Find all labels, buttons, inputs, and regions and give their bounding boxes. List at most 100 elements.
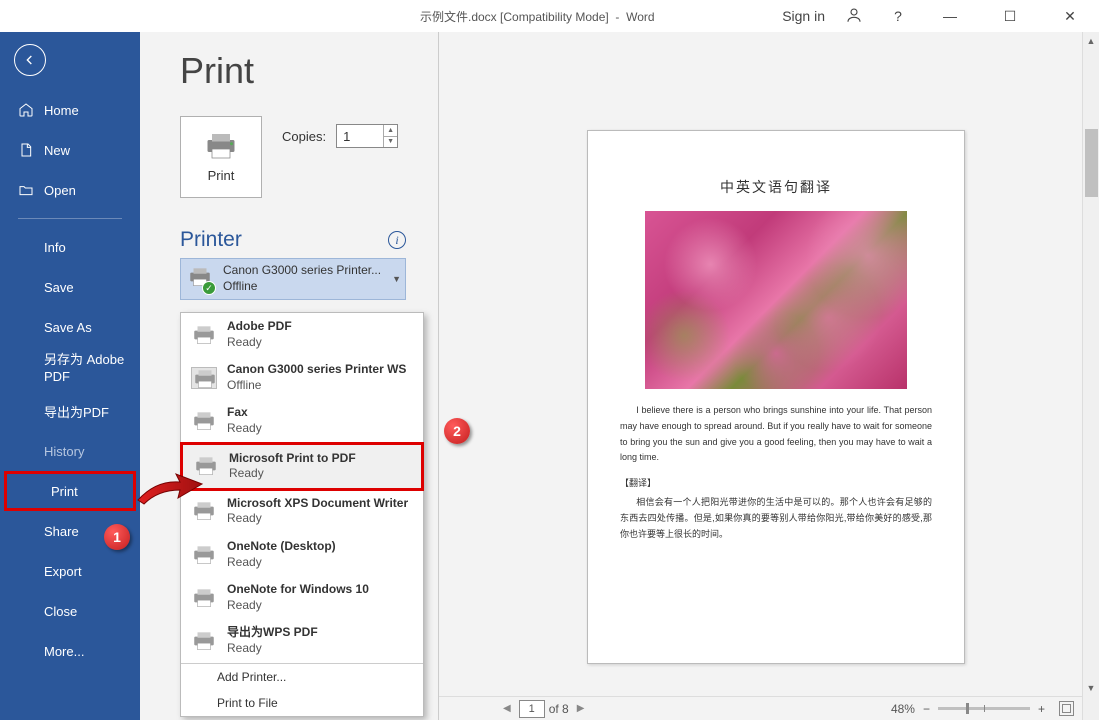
- scroll-thumb[interactable]: [1085, 129, 1098, 197]
- nav-saveas-adobe[interactable]: 另存为 Adobe PDF: [0, 347, 140, 391]
- minimize-button[interactable]: —: [927, 0, 973, 32]
- option-status: Ready: [229, 466, 356, 482]
- printer-option-onenote-desktop[interactable]: OneNote (Desktop) Ready: [181, 533, 423, 576]
- option-name: OneNote for Windows 10: [227, 582, 369, 596]
- title-bar: 示例文件.docx [Compatibility Mode] - Word Si…: [0, 0, 1099, 32]
- nav-home[interactable]: Home: [0, 90, 140, 130]
- option-status: Ready: [227, 511, 408, 527]
- nav-new-label: New: [44, 143, 70, 158]
- scroll-up-icon[interactable]: ▲: [1083, 32, 1099, 49]
- doc-trans-heading: 【翻译】: [620, 476, 932, 489]
- printer-option-wps-pdf[interactable]: 导出为WPS PDF Ready: [181, 619, 423, 662]
- printer-icon: [191, 367, 217, 389]
- zoom-fit-button[interactable]: [1059, 701, 1074, 716]
- zoom-slider[interactable]: [938, 707, 1030, 710]
- option-name: Microsoft Print to PDF: [229, 451, 356, 465]
- next-page-button[interactable]: ▶: [573, 703, 589, 714]
- print-preview: 中英文语句翻译 I believe there is a person who …: [438, 32, 1099, 720]
- option-status: Ready: [227, 598, 369, 614]
- doc-para-cn: 相信会有一个人把阳光带进你的生活中是可以的。那个人也许会有足够的东西去四处传播。…: [620, 495, 932, 542]
- printer-info-icon[interactable]: i: [388, 231, 406, 249]
- nav-open-label: Open: [44, 183, 76, 198]
- print-to-file-button[interactable]: Print to File: [181, 690, 423, 716]
- printer-select[interactable]: ✓ Canon G3000 series Printer... Offline …: [180, 258, 406, 300]
- printer-option-onenote-win10[interactable]: OneNote for Windows 10 Ready: [181, 576, 423, 619]
- option-name: OneNote (Desktop): [227, 539, 336, 553]
- preview-status-bar: ◀ 1 of 8 ▶ 48% − +: [439, 696, 1082, 720]
- option-name: Canon G3000 series Printer WS: [227, 362, 406, 376]
- nav-home-label: Home: [44, 103, 79, 118]
- printer-option-fax[interactable]: Fax Ready: [181, 399, 423, 442]
- backstage-sidebar: Home New Open Info Save Save As 另存为 Adob…: [0, 32, 140, 720]
- option-status: Offline: [227, 378, 406, 394]
- account-icon[interactable]: [839, 6, 869, 27]
- option-name: Fax: [227, 405, 248, 419]
- print-button-label: Print: [208, 168, 235, 183]
- page-total-label: of 8: [549, 702, 569, 716]
- status-badge-icon: ✓: [202, 281, 216, 295]
- option-status: Ready: [227, 641, 318, 657]
- home-icon: [18, 102, 34, 118]
- preview-page: 中英文语句翻译 I believe there is a person who …: [587, 130, 965, 664]
- printer-icon: [191, 587, 217, 609]
- nav-divider: [18, 218, 122, 219]
- option-status: Ready: [227, 421, 262, 437]
- copies-spinner[interactable]: ▲▼: [383, 125, 397, 147]
- nav-more[interactable]: More...: [0, 631, 140, 671]
- page-number-input[interactable]: 1: [519, 700, 545, 718]
- nav-export-pdf[interactable]: 导出为PDF: [0, 391, 140, 431]
- doc-title: 中英文语句翻译: [620, 177, 932, 197]
- close-button[interactable]: ✕: [1047, 0, 1093, 32]
- printer-icon: [191, 630, 217, 652]
- copies-input[interactable]: 1 ▲▼: [336, 124, 398, 148]
- preview-scrollbar[interactable]: ▲ ▼: [1082, 32, 1099, 720]
- annotation-arrow-icon: [136, 470, 206, 508]
- nav-open[interactable]: Open: [0, 170, 140, 210]
- printer-status-icon: ✓: [187, 266, 213, 292]
- nav-history[interactable]: History: [0, 431, 140, 471]
- option-name: 导出为WPS PDF: [227, 625, 318, 639]
- selected-printer-status: Offline: [223, 279, 381, 295]
- annotation-callout-2: 2: [444, 418, 470, 444]
- doc-para-en: I believe there is a person who brings s…: [620, 403, 932, 466]
- printer-heading: Printer: [180, 228, 242, 252]
- copies-value: 1: [343, 129, 350, 144]
- option-status: Ready: [227, 555, 336, 571]
- chevron-down-icon: ▼: [392, 274, 401, 284]
- prev-page-button[interactable]: ◀: [499, 703, 515, 714]
- annotation-callout-1: 1: [104, 524, 130, 550]
- help-icon[interactable]: ?: [883, 8, 913, 24]
- nav-print[interactable]: Print: [4, 471, 136, 511]
- option-name: Adobe PDF: [227, 319, 292, 333]
- back-button[interactable]: [14, 44, 46, 76]
- window-title: 示例文件.docx [Compatibility Mode] - Word: [420, 8, 655, 25]
- new-icon: [18, 142, 34, 158]
- nav-close[interactable]: Close: [0, 591, 140, 631]
- printer-option-adobe[interactable]: Adobe PDFReady: [181, 313, 423, 356]
- scroll-down-icon[interactable]: ▼: [1083, 679, 1099, 696]
- zoom-out-button[interactable]: −: [923, 702, 930, 716]
- nav-info[interactable]: Info: [0, 227, 140, 267]
- copies-label: Copies:: [282, 129, 326, 144]
- nav-saveas[interactable]: Save As: [0, 307, 140, 347]
- selected-printer-name: Canon G3000 series Printer...: [223, 263, 381, 279]
- doc-image: [645, 211, 907, 389]
- printer-dropdown: Adobe PDFReady Canon G3000 series Printe…: [180, 312, 424, 717]
- print-button[interactable]: Print: [180, 116, 262, 198]
- printer-icon: [191, 324, 217, 346]
- add-printer-button[interactable]: Add Printer...: [181, 664, 423, 690]
- zoom-level-label: 48%: [891, 702, 915, 716]
- printer-option-xps[interactable]: Microsoft XPS Document WriterReady: [181, 490, 423, 533]
- page-heading: Print: [180, 50, 438, 92]
- nav-export[interactable]: Export: [0, 551, 140, 591]
- printer-option-canon[interactable]: Canon G3000 series Printer WS Offline: [181, 356, 423, 399]
- maximize-button[interactable]: ☐: [987, 0, 1033, 32]
- nav-new[interactable]: New: [0, 130, 140, 170]
- printer-icon: [191, 544, 217, 566]
- printer-icon: [191, 410, 217, 432]
- printer-option-ms-print-pdf[interactable]: Microsoft Print to PDFReady: [180, 442, 424, 491]
- zoom-in-button[interactable]: +: [1038, 702, 1045, 716]
- signin-button[interactable]: Sign in: [782, 8, 825, 24]
- nav-save[interactable]: Save: [0, 267, 140, 307]
- open-icon: [18, 182, 34, 198]
